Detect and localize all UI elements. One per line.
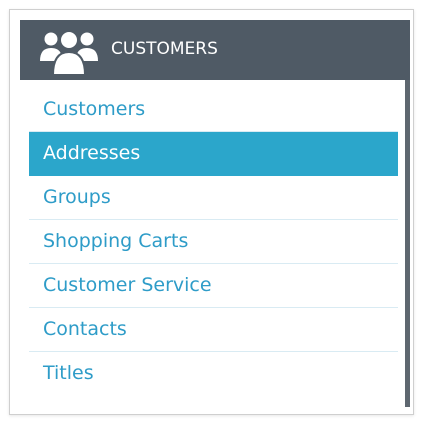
menu-item-customers[interactable]: Customers [29, 88, 398, 132]
customers-submenu: Customers Addresses Groups Shopping Cart… [29, 88, 398, 396]
menu-item-contacts[interactable]: Contacts [29, 308, 398, 352]
menu-item-groups[interactable]: Groups [29, 176, 398, 220]
menu-item-label: Customers [43, 98, 146, 120]
menu-item-label: Shopping Carts [43, 230, 189, 252]
menu-item-label: Customer Service [43, 274, 212, 296]
panel-header: CUSTOMERS [20, 20, 410, 80]
menu-item-label: Titles [43, 362, 94, 384]
menu-item-titles[interactable]: Titles [29, 352, 398, 396]
menu-item-shopping-carts[interactable]: Shopping Carts [29, 220, 398, 264]
customers-group-icon [40, 30, 98, 76]
menu-item-addresses[interactable]: Addresses [29, 132, 398, 176]
menu-item-label: Groups [43, 186, 111, 208]
menu-item-label: Contacts [43, 318, 127, 340]
menu-item-customer-service[interactable]: Customer Service [29, 264, 398, 308]
menu-item-label: Addresses [43, 142, 141, 164]
panel-right-border [405, 80, 410, 407]
panel-title: CUSTOMERS [111, 39, 218, 59]
